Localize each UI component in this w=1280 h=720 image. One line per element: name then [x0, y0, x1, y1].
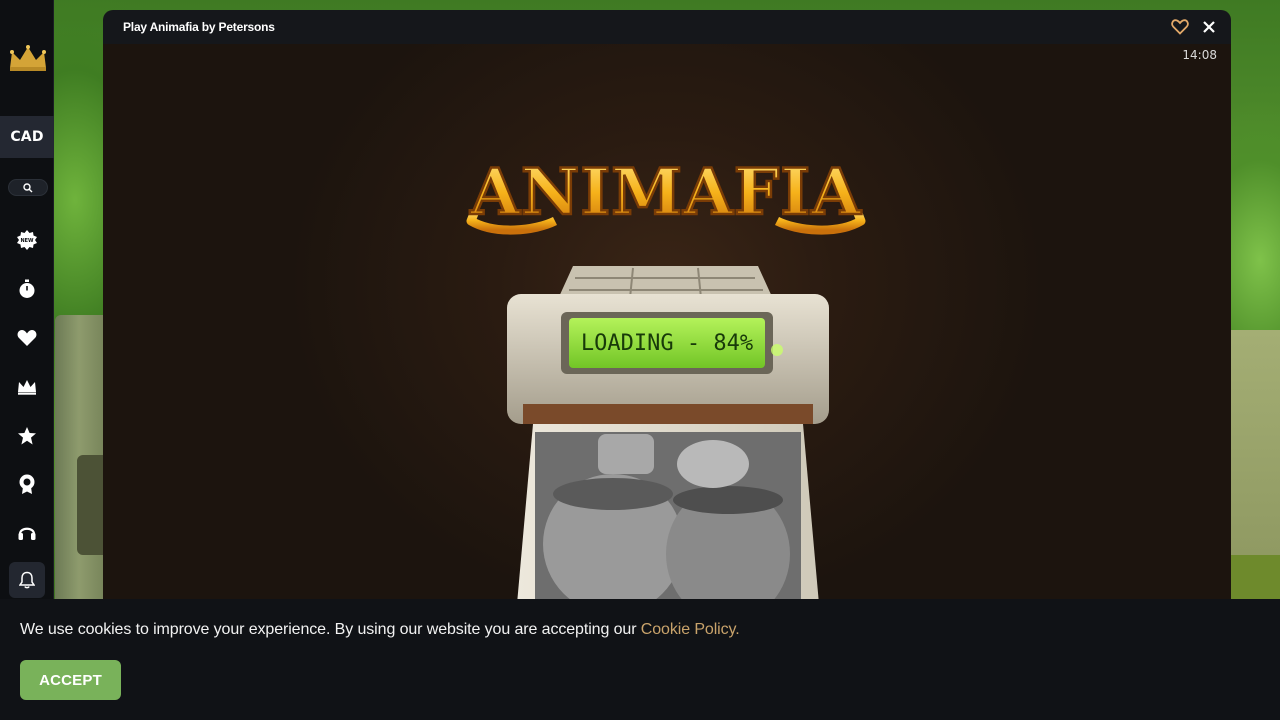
- heart-icon: [17, 330, 37, 346]
- sidebar: CAD NEW: [0, 0, 54, 600]
- close-button[interactable]: [1200, 18, 1218, 36]
- awards-button[interactable]: [14, 471, 40, 497]
- popular-button[interactable]: [14, 423, 40, 449]
- headset-icon: [18, 527, 36, 540]
- cookie-text: We use cookies to improve your experienc…: [20, 621, 641, 638]
- bell-icon: [19, 571, 35, 589]
- currency-selector[interactable]: CAD: [0, 116, 54, 158]
- background-crate-right: [1230, 330, 1280, 600]
- heart-outline-icon: [1171, 19, 1189, 35]
- support-button[interactable]: [14, 520, 40, 546]
- loading-machine: LOADING - 84%: [503, 254, 833, 600]
- search-icon: [23, 182, 33, 192]
- star-icon: [18, 427, 36, 445]
- close-icon: [1203, 21, 1215, 33]
- vip-button[interactable]: [14, 374, 40, 400]
- cookie-message: We use cookies to improve your experienc…: [20, 621, 740, 639]
- game-logo: ANIMAFIA: [465, 139, 867, 239]
- modal-title: Play Animafia by Petersons: [123, 20, 275, 34]
- cookie-banner: We use cookies to improve your experienc…: [0, 599, 1280, 720]
- search-button[interactable]: [8, 179, 48, 196]
- currency-label: CAD: [10, 129, 44, 145]
- recent-games-button[interactable]: [14, 276, 40, 302]
- stopwatch-icon: [19, 279, 35, 298]
- crown-logo-icon[interactable]: [8, 44, 48, 74]
- new-badge-icon: NEW: [17, 230, 37, 250]
- game-logo-text: ANIMAFIA: [469, 155, 862, 230]
- crown-icon: [18, 380, 36, 395]
- game-canvas[interactable]: 14:08 ANIMAFIA LOADING - 84%: [103, 44, 1231, 600]
- loading-text: LOADING - 84%: [581, 331, 753, 356]
- favorite-button[interactable]: [1171, 18, 1189, 36]
- modal-header: Play Animafia by Petersons: [103, 10, 1231, 44]
- game-modal: Play Animafia by Petersons 14:08 ANIMAFI…: [103, 10, 1231, 600]
- award-icon: [19, 474, 35, 494]
- accept-cookies-button[interactable]: ACCEPT: [20, 660, 121, 700]
- notifications-button[interactable]: [9, 562, 45, 598]
- new-games-button[interactable]: NEW: [14, 227, 40, 253]
- favorites-button[interactable]: [14, 325, 40, 351]
- svg-text:NEW: NEW: [20, 238, 34, 244]
- game-clock: 14:08: [1182, 48, 1217, 62]
- cookie-policy-link[interactable]: Cookie Policy.: [641, 621, 740, 638]
- accept-label: ACCEPT: [39, 671, 102, 689]
